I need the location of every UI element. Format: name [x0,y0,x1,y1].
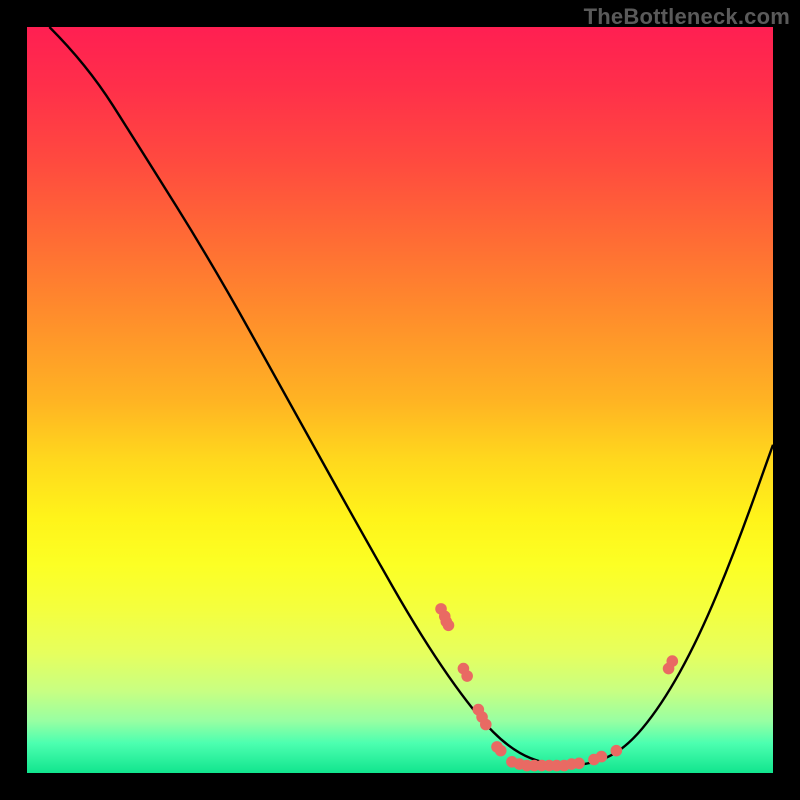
curve-marker [480,719,492,731]
curve-marker [443,619,455,631]
curve-marker [666,655,678,667]
bottleneck-curve [49,27,773,766]
curve-marker [611,745,623,757]
marker-group [435,603,678,771]
curve-marker [596,751,608,763]
chart-svg [27,27,773,773]
curve-marker [495,745,507,757]
attribution-text: TheBottleneck.com [584,4,790,30]
chart-area [27,27,773,773]
curve-marker [461,670,473,682]
curve-marker [573,758,585,770]
